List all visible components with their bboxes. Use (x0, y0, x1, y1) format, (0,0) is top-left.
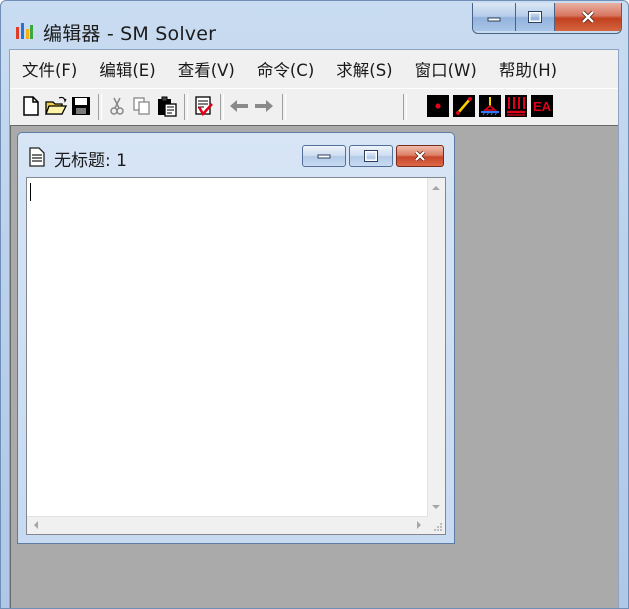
document-minimize-button[interactable] (302, 145, 346, 167)
forward-arrow-icon[interactable] (253, 95, 275, 117)
toolbar-separator (98, 94, 102, 120)
menu-window[interactable]: 窗口(W) (415, 57, 477, 81)
edit-check-icon[interactable] (192, 95, 214, 117)
maximize-button[interactable] (516, 3, 555, 31)
load-tool-icon[interactable] (505, 95, 527, 117)
menu-edit[interactable]: 编辑(E) (99, 57, 155, 81)
title-bar[interactable]: 编辑器 - SM Solver (9, 3, 622, 49)
maximize-icon (528, 11, 542, 23)
document-window-controls (302, 145, 444, 167)
client-area: 文件(F) 编辑(E) 查看(V) 命令(C) 求解(S) 窗口(W) 帮助(H… (9, 49, 619, 608)
app-window: 编辑器 - SM Solver 文件(F) 编辑(E) 查看(V) 命令(C) … (0, 0, 629, 609)
menu-solve[interactable]: 求解(S) (336, 57, 392, 81)
scroll-right-arrow-icon[interactable] (417, 521, 421, 529)
menu-bar: 文件(F) 编辑(E) 查看(V) 命令(C) 求解(S) 窗口(W) 帮助(H… (10, 50, 618, 88)
window-controls (472, 3, 622, 34)
document-window: 无标题: 1 (17, 132, 455, 544)
copy-icon[interactable] (131, 95, 153, 117)
line-tool-icon[interactable] (453, 95, 475, 117)
back-arrow-icon[interactable] (228, 95, 250, 117)
window-title: 编辑器 - SM Solver (43, 23, 217, 45)
toolbar-separator (282, 94, 286, 120)
text-caret (30, 183, 31, 201)
scroll-left-arrow-icon[interactable] (34, 521, 38, 529)
ea-tool-icon[interactable]: EA (531, 95, 553, 117)
ea-tool-label: EA (533, 99, 552, 114)
text-editor[interactable] (26, 177, 446, 535)
toolbar-separator (184, 94, 188, 120)
scroll-down-arrow-icon[interactable] (432, 505, 440, 509)
scroll-up-arrow-icon[interactable] (432, 186, 440, 190)
support-tool-icon[interactable] (479, 95, 501, 117)
document-icon (29, 147, 45, 167)
document-title: 无标题: 1 (54, 151, 127, 171)
close-icon (414, 150, 426, 162)
mdi-workspace[interactable]: 无标题: 1 (10, 125, 618, 608)
menu-help[interactable]: 帮助(H) (499, 57, 557, 81)
open-folder-icon[interactable] (45, 95, 68, 117)
toolbar-separator (403, 94, 407, 120)
toolbar-separator (220, 94, 224, 120)
close-icon (581, 10, 595, 24)
horizontal-scrollbar[interactable] (27, 516, 428, 534)
size-grip-icon[interactable] (428, 517, 445, 534)
document-close-button[interactable] (396, 145, 444, 167)
point-tool-icon[interactable] (427, 95, 449, 117)
app-icon (15, 21, 35, 41)
close-button[interactable] (555, 3, 621, 31)
new-file-icon[interactable] (20, 95, 42, 117)
toolbar: EA (10, 88, 618, 126)
minimize-button[interactable] (473, 3, 516, 31)
minimize-icon (487, 17, 501, 22)
paste-icon[interactable] (156, 95, 178, 117)
cut-icon[interactable] (106, 95, 128, 117)
menu-file[interactable]: 文件(F) (22, 57, 77, 81)
vertical-scrollbar[interactable] (427, 178, 445, 517)
menu-command[interactable]: 命令(C) (257, 57, 314, 81)
maximize-icon (364, 150, 378, 162)
document-maximize-button[interactable] (349, 145, 393, 167)
menu-view[interactable]: 查看(V) (178, 57, 235, 81)
save-disk-icon[interactable] (70, 95, 92, 117)
minimize-icon (317, 154, 331, 159)
